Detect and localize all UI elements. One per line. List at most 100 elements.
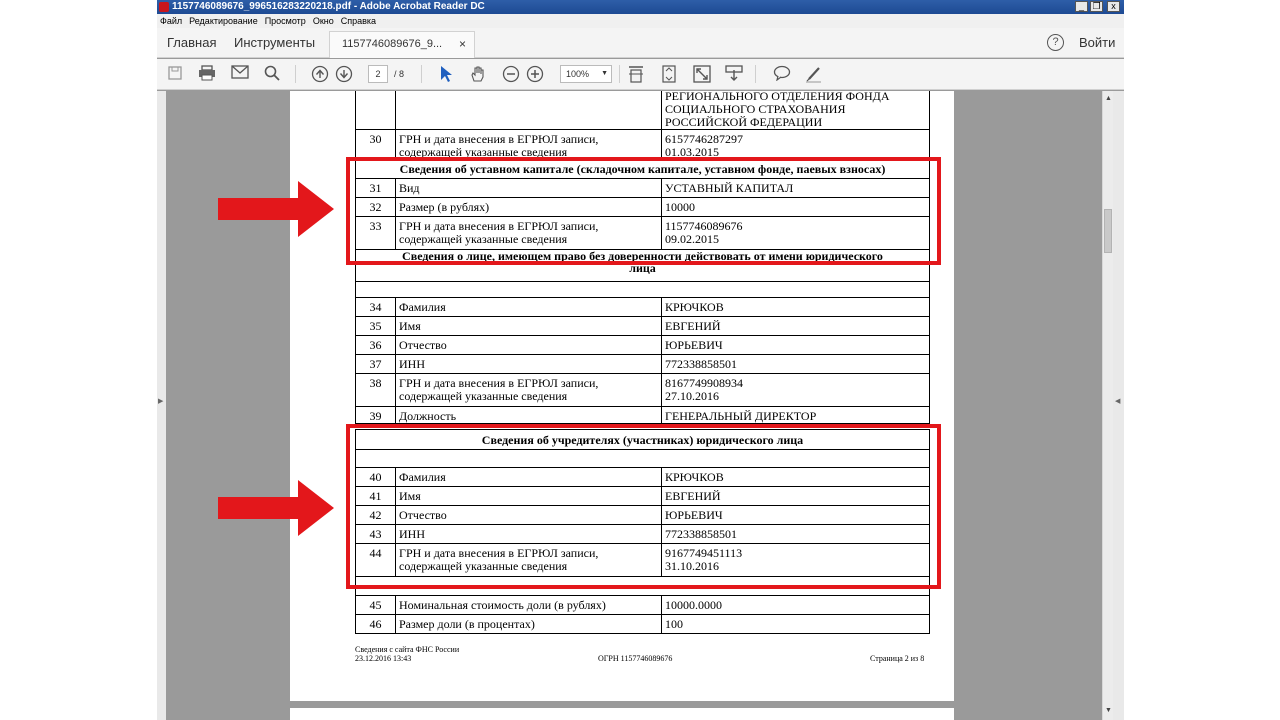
- row-value: ГЕНЕРАЛЬНЫЙ ДИРЕКТОР: [661, 406, 930, 424]
- close-window-button[interactable]: x: [1107, 1, 1120, 12]
- menu-window[interactable]: Окно: [310, 14, 338, 28]
- tab-document[interactable]: 1157746089676_9... ×: [329, 31, 475, 58]
- tab-tools[interactable]: Инструменты: [234, 28, 315, 58]
- table-row: [355, 281, 930, 298]
- acrobat-app-icon: [159, 2, 169, 12]
- fit-page-icon[interactable]: [660, 65, 678, 83]
- row-field: Номинальная стоимость доли (в рублях): [395, 595, 662, 615]
- pdf-next-page: [290, 708, 954, 720]
- row-field: ИНН: [395, 354, 662, 374]
- highlight-pen-icon[interactable]: [805, 65, 823, 83]
- scroll-thumb[interactable]: [1104, 209, 1112, 253]
- hand-tool-icon[interactable]: [469, 65, 487, 83]
- minimize-button[interactable]: _: [1075, 1, 1088, 12]
- row-field: ГРН и дата внесения в ЕГРЮЛ записи, соде…: [395, 129, 662, 160]
- table-row: РЕГИОНАЛЬНОГО ОТДЕЛЕНИЯ ФОНДА СОЦИАЛЬНОГ…: [355, 91, 930, 130]
- sign-in-button[interactable]: Войти: [1079, 28, 1115, 58]
- zoom-value: 100%: [566, 69, 590, 79]
- comment-icon[interactable]: [773, 65, 791, 83]
- row-field: Имя: [395, 316, 662, 336]
- row-value: 10000.0000: [661, 595, 930, 615]
- row-value: ЕВГЕНИЙ: [661, 316, 930, 336]
- tab-document-label: 1157746089676_9...: [342, 38, 443, 50]
- page-count: / 8: [394, 69, 405, 79]
- empty-row: [355, 281, 930, 298]
- expand-right-panel-icon[interactable]: ◀: [1115, 397, 1120, 405]
- row-field: Фамилия: [395, 297, 662, 317]
- table-row: 35 Имя ЕВГЕНИЙ: [355, 316, 930, 336]
- table-row: 46 Размер доли (в процентах) 100: [355, 614, 930, 634]
- toolbar-separator: [421, 65, 422, 83]
- row-field: ГРН и дата внесения в ЕГРЮЛ записи, соде…: [395, 373, 662, 407]
- row-number: 36: [355, 335, 396, 355]
- footer-page: Страница 2 из 8: [870, 654, 925, 663]
- row-number: 37: [355, 354, 396, 374]
- table-row: 30 ГРН и дата внесения в ЕГРЮЛ записи, с…: [355, 129, 930, 160]
- row-field: Должность: [395, 406, 662, 424]
- right-panel-strip[interactable]: ◀: [1113, 91, 1124, 720]
- tab-bar: Главная Инструменты 1157746089676_9... ×…: [157, 28, 1124, 58]
- row-number: 45: [355, 595, 396, 615]
- save-icon[interactable]: [166, 65, 184, 83]
- footer-ogrn: ОГРН 1157746089676: [598, 654, 673, 663]
- chevron-down-icon: ▼: [601, 70, 608, 77]
- footer-datetime: 23.12.2016 13:43: [355, 654, 412, 663]
- title-bar: 1157746089676_996516283220218.pdf - Adob…: [157, 0, 1124, 14]
- previous-page-icon[interactable]: [311, 65, 329, 83]
- maximize-button[interactable]: ❐: [1090, 1, 1103, 12]
- table-row: 39 Должность ГЕНЕРАЛЬНЫЙ ДИРЕКТОР: [355, 406, 930, 424]
- page-number-input[interactable]: 2: [368, 65, 388, 83]
- row-field: Отчество: [395, 335, 662, 355]
- tab-home[interactable]: Главная: [167, 28, 216, 58]
- select-cursor-icon[interactable]: [437, 65, 455, 83]
- row-number: 34: [355, 297, 396, 317]
- table-row: 34 Фамилия КРЮЧКОВ: [355, 297, 930, 317]
- zoom-in-icon[interactable]: [526, 65, 544, 83]
- table-row: 38 ГРН и дата внесения в ЕГРЮЛ записи, с…: [355, 373, 930, 407]
- search-icon[interactable]: [263, 65, 281, 83]
- row-number: 39: [355, 406, 396, 424]
- next-page-icon[interactable]: [335, 65, 353, 83]
- row-number: 35: [355, 316, 396, 336]
- highlight-box-capital: [346, 157, 941, 265]
- row-value: КРЮЧКОВ: [661, 297, 930, 317]
- row-number: 38: [355, 373, 396, 407]
- row-number: [355, 91, 396, 130]
- zoom-select[interactable]: 100% ▼: [560, 65, 612, 83]
- menu-help[interactable]: Справка: [338, 14, 380, 28]
- row-value: 772338858501: [661, 354, 930, 374]
- menu-bar: Файл Редактирование Просмотр Окно Справка: [157, 14, 1124, 28]
- menu-file[interactable]: Файл: [157, 14, 186, 28]
- window-title: 1157746089676_996516283220218.pdf - Adob…: [172, 1, 485, 12]
- print-icon[interactable]: [198, 65, 216, 83]
- table-row: 36 Отчество ЮРЬЕВИЧ: [355, 335, 930, 355]
- row-field: [395, 91, 662, 130]
- footer-source: Сведения с сайта ФНС России: [355, 645, 460, 654]
- menu-view[interactable]: Просмотр: [262, 14, 310, 28]
- highlight-box-founders: [346, 424, 941, 589]
- toolbar-separator: [755, 65, 756, 83]
- row-value: РЕГИОНАЛЬНОГО ОТДЕЛЕНИЯ ФОНДА СОЦИАЛЬНОГ…: [661, 91, 930, 130]
- zoom-out-icon[interactable]: [502, 65, 520, 83]
- toolbar-separator: [295, 65, 296, 83]
- acrobat-window: 1157746089676_996516283220218.pdf - Adob…: [157, 0, 1124, 720]
- row-value: 100: [661, 614, 930, 634]
- download-icon[interactable]: [725, 65, 743, 83]
- row-value: ЮРЬЕВИЧ: [661, 335, 930, 355]
- tab-close-icon[interactable]: ×: [459, 32, 466, 57]
- menu-edit[interactable]: Редактирование: [186, 14, 262, 28]
- table-row: 37 ИНН 772338858501: [355, 354, 930, 374]
- scroll-mode-icon[interactable]: [627, 65, 645, 83]
- toolbar: 2 / 8 100% ▼: [157, 59, 1124, 90]
- vertical-scrollbar[interactable]: ▲ ▼: [1102, 91, 1113, 720]
- row-field: Размер доли (в процентах): [395, 614, 662, 634]
- table-row: 45 Номинальная стоимость доли (в рублях)…: [355, 595, 930, 615]
- row-value: 6157746287297 01.03.2015: [661, 129, 930, 160]
- toolbar-separator: [619, 65, 620, 83]
- row-number: 30: [355, 129, 396, 160]
- row-value: 8167749908934 27.10.2016: [661, 373, 930, 407]
- help-icon[interactable]: ?: [1047, 34, 1064, 51]
- row-number: 46: [355, 614, 396, 634]
- email-icon[interactable]: [231, 65, 249, 83]
- full-screen-icon[interactable]: [693, 65, 711, 83]
